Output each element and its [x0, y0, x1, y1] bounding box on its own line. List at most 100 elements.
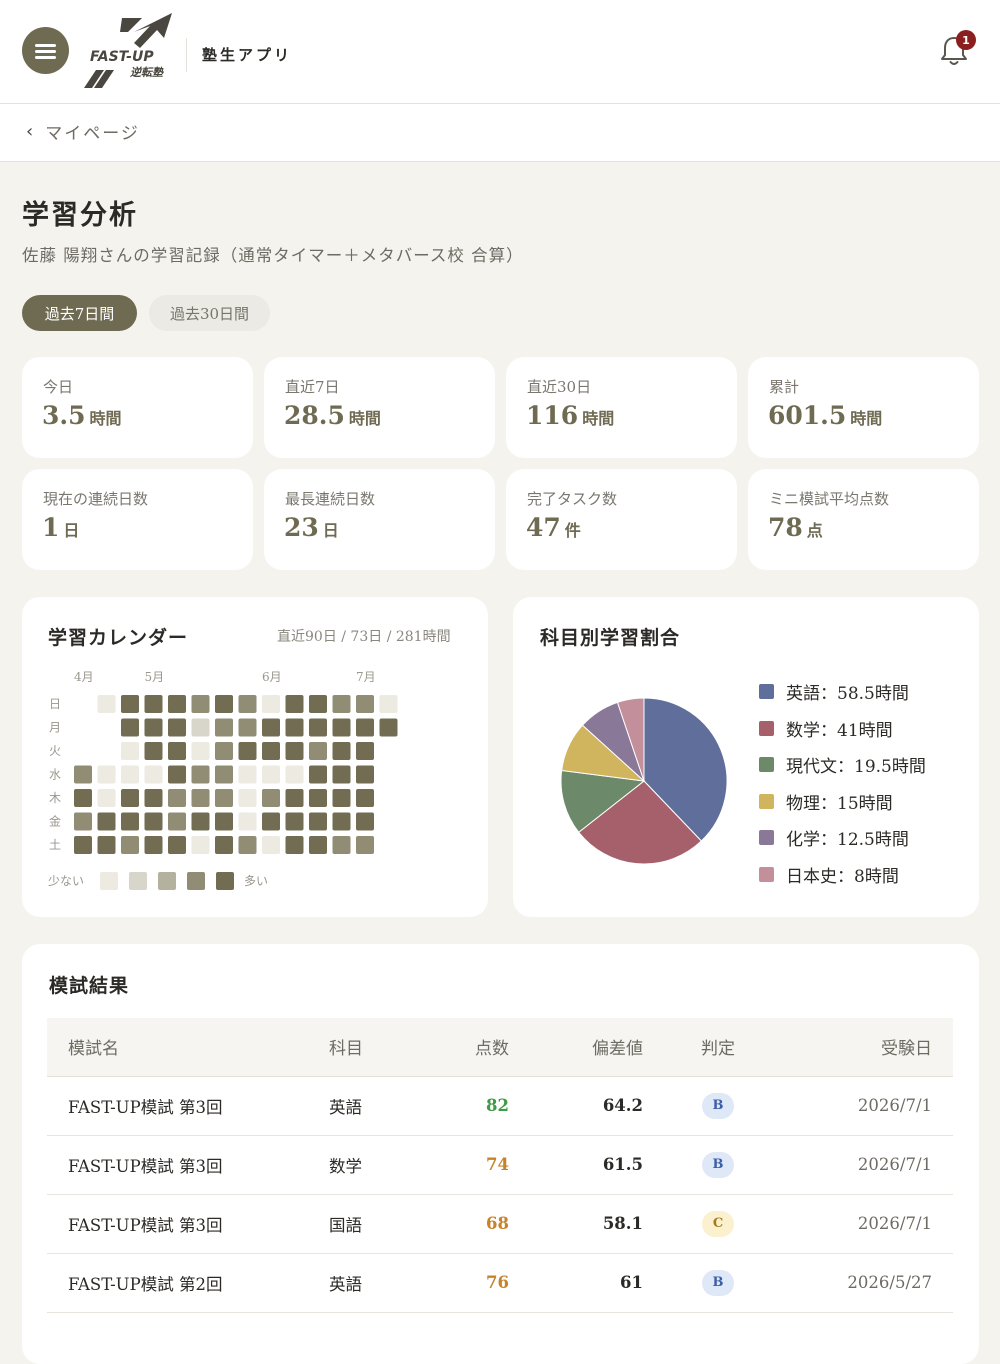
calendar-day-cell[interactable]: [238, 742, 257, 760]
calendar-day-cell[interactable]: [97, 765, 116, 784]
calendar-day-cell[interactable]: [121, 789, 139, 807]
calendar-day-cell[interactable]: [191, 718, 210, 737]
calendar-day-cell[interactable]: [144, 718, 163, 737]
calendar-day-cell[interactable]: [309, 812, 327, 831]
calendar-day-cell[interactable]: [74, 836, 92, 854]
calendar-day-cell[interactable]: [144, 812, 163, 831]
calendar-day-cell[interactable]: [74, 789, 92, 807]
calendar-day-cell[interactable]: [238, 765, 257, 784]
calendar-day-cell[interactable]: [144, 742, 163, 760]
calendar-day-cell[interactable]: [74, 765, 92, 784]
calendar-day-cell[interactable]: [262, 742, 280, 760]
calendar-day-cell[interactable]: [285, 836, 304, 854]
calendar-day-cell[interactable]: [309, 718, 327, 737]
calendar-day-cell[interactable]: [144, 765, 163, 784]
calendar-day-cell[interactable]: [309, 836, 327, 854]
calendar-day-cell[interactable]: [356, 812, 374, 831]
stat-card-mini-exam-average: ミニ模試平均点数 78 点: [748, 469, 979, 570]
calendar-day-cell[interactable]: [168, 695, 186, 713]
calendar-day-cell[interactable]: [379, 718, 398, 737]
calendar-day-cell[interactable]: [238, 789, 257, 807]
calendar-day-cell[interactable]: [215, 718, 233, 737]
calendar-day-cell[interactable]: [121, 742, 139, 760]
calendar-day-cell[interactable]: [215, 836, 233, 854]
calendar-day-cell[interactable]: [215, 765, 233, 784]
calendar-day-cell[interactable]: [332, 718, 351, 737]
calendar-day-cell[interactable]: [215, 812, 233, 831]
calendar-day-cell[interactable]: [121, 765, 139, 784]
calendar-day-cell[interactable]: [262, 836, 280, 854]
calendar-day-cell[interactable]: [121, 836, 139, 854]
fast-up-logo[interactable]: FAST-UP 逆転塾: [84, 10, 178, 92]
calendar-day-cell[interactable]: [379, 695, 398, 713]
calendar-day-cell[interactable]: [97, 695, 116, 713]
calendar-day-cell[interactable]: [191, 765, 210, 784]
calendar-day-cell[interactable]: [191, 789, 210, 807]
calendar-day-cell[interactable]: [191, 695, 210, 713]
calendar-day-cell[interactable]: [97, 812, 116, 831]
calendar-day-cell[interactable]: [215, 695, 233, 713]
calendar-day-cell[interactable]: [285, 765, 304, 784]
calendar-day-cell[interactable]: [332, 765, 351, 784]
calendar-day-cell[interactable]: [215, 742, 233, 760]
calendar-day-cell[interactable]: [168, 836, 186, 854]
calendar-day-cell[interactable]: [262, 812, 280, 831]
exam-name-cell: FAST-UP模試 第3回: [47, 1076, 329, 1136]
calendar-day-cell[interactable]: [262, 789, 280, 807]
back-to-mypage-link[interactable]: ‹ マイページ: [26, 119, 140, 144]
calendar-day-cell[interactable]: [332, 836, 351, 854]
calendar-day-cell[interactable]: [121, 812, 139, 831]
calendar-day-cell[interactable]: [215, 789, 233, 807]
calendar-day-cell[interactable]: [356, 789, 374, 807]
calendar-day-cell[interactable]: [121, 718, 139, 737]
calendar-day-cell[interactable]: [144, 695, 163, 713]
calendar-day-cell[interactable]: [168, 812, 186, 831]
calendar-day-cell[interactable]: [168, 765, 186, 784]
calendar-day-cell[interactable]: [285, 742, 304, 760]
calendar-day-cell[interactable]: [191, 836, 210, 854]
calendar-day-cell[interactable]: [74, 812, 92, 831]
calendar-day-cell[interactable]: [262, 765, 280, 784]
calendar-day-cell[interactable]: [238, 812, 257, 831]
calendar-day-cell[interactable]: [285, 789, 304, 807]
calendar-day-cell[interactable]: [238, 695, 257, 713]
calendar-day-cell[interactable]: [97, 836, 116, 854]
table-row[interactable]: FAST-UP模試 第3回 国語 68 58.1 C 2026/7/1: [47, 1194, 953, 1254]
calendar-day-cell[interactable]: [356, 742, 374, 760]
calendar-day-cell[interactable]: [332, 789, 351, 807]
tab-past-7-days[interactable]: 過去7日間: [22, 295, 137, 331]
calendar-day-cell[interactable]: [238, 836, 257, 854]
calendar-day-cell[interactable]: [121, 695, 139, 713]
calendar-day-cell[interactable]: [356, 836, 374, 854]
calendar-day-cell[interactable]: [356, 718, 374, 737]
calendar-day-cell[interactable]: [309, 695, 327, 713]
calendar-day-cell[interactable]: [285, 718, 304, 737]
table-row[interactable]: FAST-UP模試 第3回 英語 82 64.2 B 2026/7/1: [47, 1076, 953, 1136]
calendar-day-cell[interactable]: [144, 789, 163, 807]
calendar-day-cell[interactable]: [168, 789, 186, 807]
calendar-day-cell[interactable]: [309, 765, 327, 784]
calendar-day-cell[interactable]: [191, 742, 210, 760]
calendar-day-cell[interactable]: [332, 742, 351, 760]
table-row[interactable]: FAST-UP模試 第2回 英語 76 61 B 2026/5/27: [47, 1253, 953, 1313]
calendar-day-cell[interactable]: [309, 742, 327, 760]
calendar-day-cell[interactable]: [285, 812, 304, 831]
calendar-day-cell[interactable]: [238, 718, 257, 737]
tab-past-30-days[interactable]: 過去30日間: [149, 295, 270, 331]
calendar-day-cell[interactable]: [168, 718, 186, 737]
calendar-day-cell[interactable]: [332, 695, 351, 713]
calendar-day-cell[interactable]: [332, 812, 351, 831]
calendar-day-cell[interactable]: [191, 812, 210, 831]
menu-button[interactable]: [22, 27, 69, 74]
table-row[interactable]: FAST-UP模試 第3回 数学 74 61.5 B 2026/7/1: [47, 1135, 953, 1195]
calendar-day-cell[interactable]: [144, 836, 163, 854]
calendar-day-cell[interactable]: [168, 742, 186, 760]
calendar-day-cell[interactable]: [356, 695, 374, 713]
calendar-day-cell[interactable]: [285, 695, 304, 713]
calendar-day-cell[interactable]: [262, 718, 280, 737]
calendar-day-cell[interactable]: [309, 789, 327, 807]
legend-swatch: [759, 793, 774, 809]
calendar-day-cell[interactable]: [356, 765, 374, 784]
calendar-day-cell[interactable]: [262, 695, 280, 713]
calendar-day-cell[interactable]: [97, 789, 116, 807]
